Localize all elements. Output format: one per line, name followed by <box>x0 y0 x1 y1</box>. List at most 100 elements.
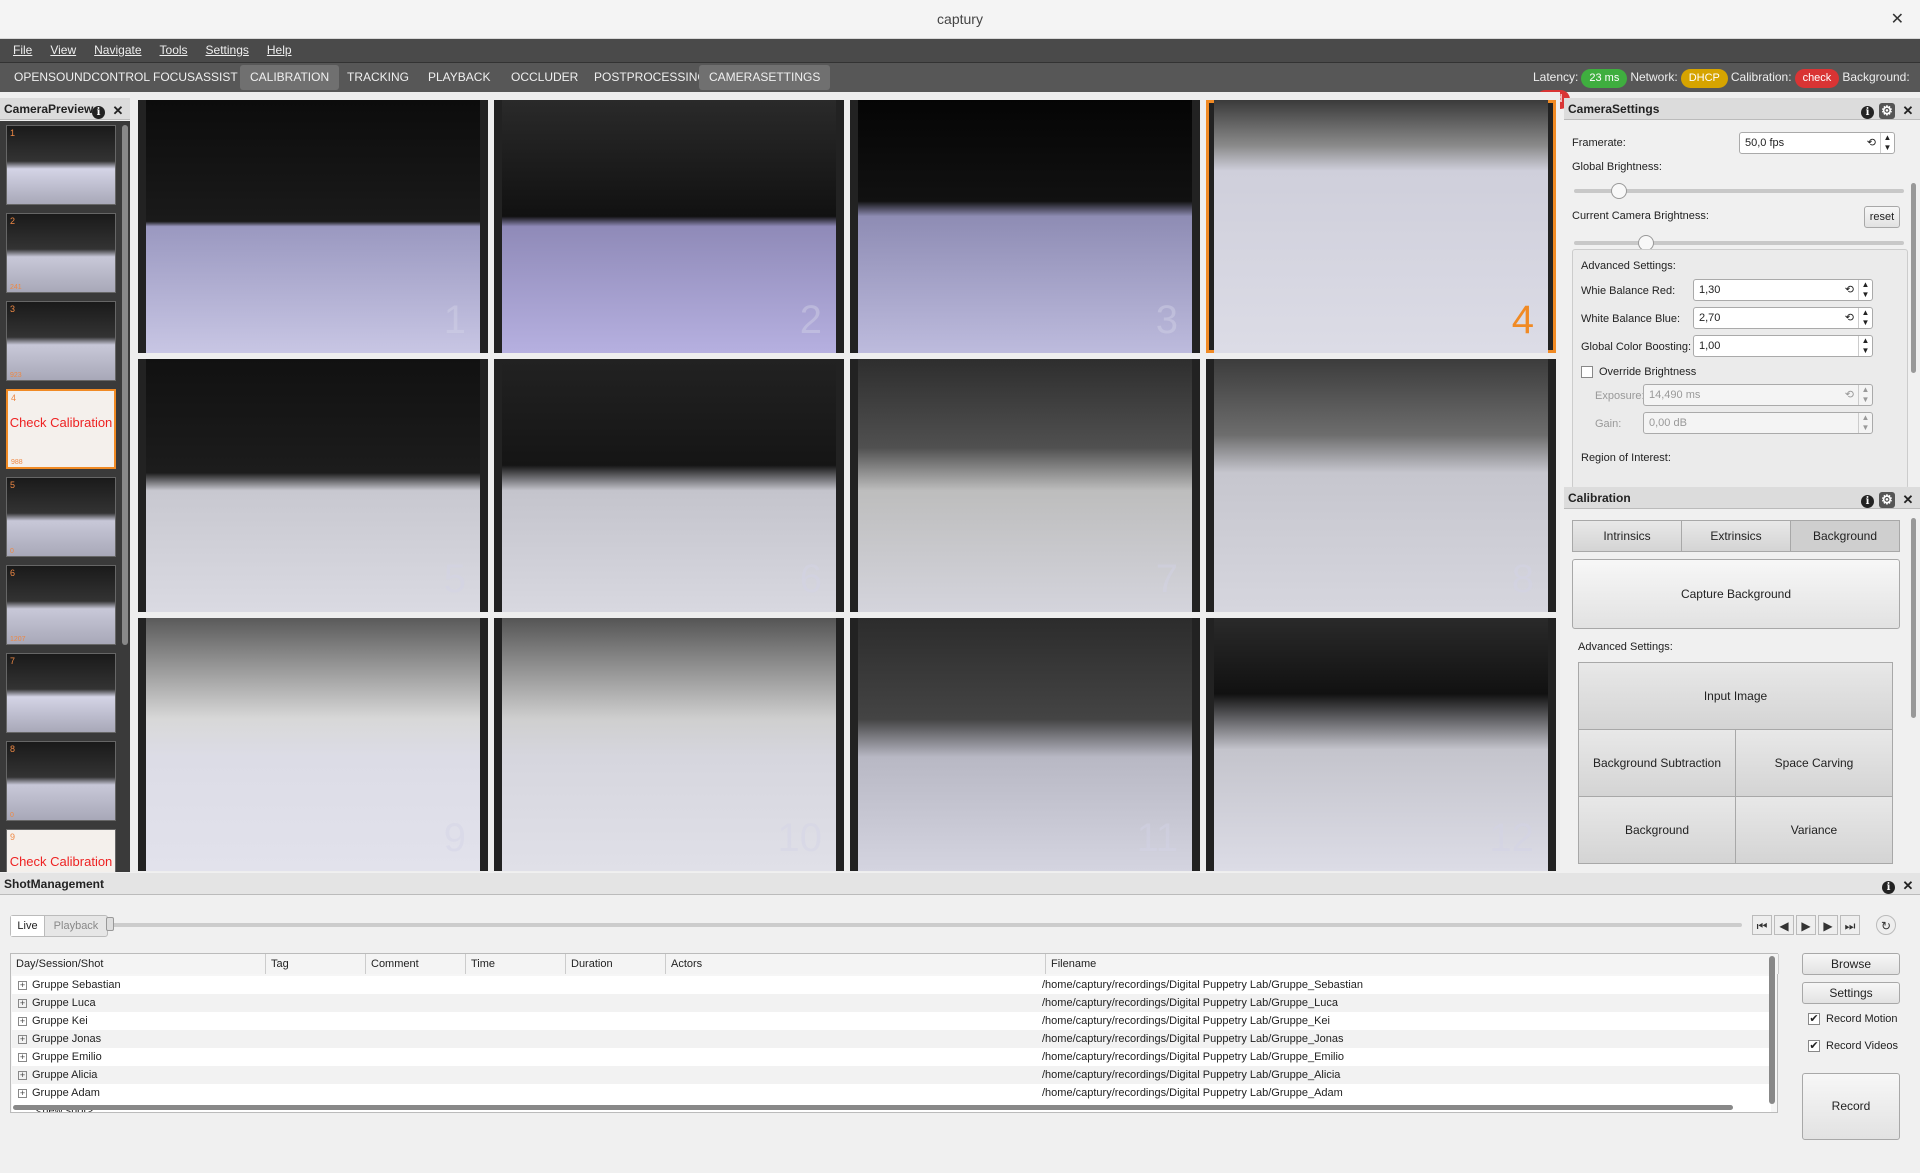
step-back-icon[interactable]: ◀ <box>1774 915 1794 935</box>
info-icon[interactable]: i <box>1882 881 1895 894</box>
camera-view[interactable]: 5 <box>138 359 488 612</box>
close-panel-icon[interactable]: ✕ <box>1900 878 1916 894</box>
camera-thumb[interactable]: 1 <box>6 125 116 205</box>
playback-button[interactable]: Playback <box>45 916 107 936</box>
info-icon[interactable]: i <box>1861 106 1874 119</box>
info-icon[interactable]: i <box>1861 495 1874 508</box>
col-day-session-shot[interactable]: Day/Session/Shot <box>11 954 266 974</box>
record-button[interactable]: Record <box>1802 1073 1900 1140</box>
reset-brightness-button[interactable]: reset <box>1864 206 1900 228</box>
col-duration[interactable]: Duration <box>566 954 666 974</box>
tab-focusassist[interactable]: FOCUSASSIST <box>143 65 248 90</box>
color-boost-input[interactable]: 1,00 ▲ ▼ <box>1693 335 1873 357</box>
framerate-input[interactable]: 50,0 fps ⟲ ▲ ▼ <box>1739 132 1895 154</box>
timeline-handle[interactable] <box>106 917 114 931</box>
menu-navigate[interactable]: Navigate <box>87 39 148 61</box>
expand-icon[interactable]: + <box>18 1016 27 1026</box>
shot-settings-button[interactable]: Settings <box>1802 982 1900 1004</box>
table-row[interactable]: + Gruppe Kei/home/captury/recordings/Digi… <box>12 1012 1771 1030</box>
col-actors[interactable]: Actors <box>666 954 1046 974</box>
info-icon[interactable]: i <box>92 106 105 119</box>
override-brightness-checkbox[interactable]: Override Brightness <box>1581 366 1696 379</box>
tab-calibration[interactable]: CALIBRATION <box>240 65 340 90</box>
checkmark-icon[interactable]: ✔ <box>1808 1040 1820 1053</box>
close-panel-icon[interactable]: ✕ <box>1900 103 1916 119</box>
tab-extrinsics[interactable]: Extrinsics <box>1681 520 1791 552</box>
gear-icon[interactable]: ⚙ <box>1879 492 1895 508</box>
close-window-icon[interactable]: ✕ <box>1891 9 1904 29</box>
table-row[interactable]: + Gruppe Adam/home/captury/recordings/Dig… <box>12 1084 1771 1102</box>
expand-icon[interactable]: + <box>18 1070 27 1080</box>
camera-thumb[interactable]: 2 241 <box>6 213 116 293</box>
table-row[interactable]: + Gruppe Sebastian/home/captury/recording… <box>12 976 1771 994</box>
reset-icon[interactable]: ⟲ <box>1845 308 1854 328</box>
camera-view[interactable]: 3 <box>850 100 1200 353</box>
table-vscrollbar[interactable] <box>1769 956 1775 1104</box>
spin-arrows-icon[interactable]: ▲ ▼ <box>1858 280 1872 300</box>
camera-thumb[interactable]: 9 Check Calibration <box>6 829 116 872</box>
play-icon[interactable]: ▶ <box>1796 915 1816 935</box>
tab-background[interactable]: Background <box>1790 520 1900 552</box>
tab-camerasettings[interactable]: CAMERASETTINGS <box>699 65 831 90</box>
live-button[interactable]: Live <box>11 916 45 936</box>
camera-view[interactable]: 11 <box>850 618 1200 871</box>
menu-settings[interactable]: Settings <box>199 39 256 61</box>
wb-blue-input[interactable]: 2,70 ⟲ ▲ ▼ <box>1693 307 1873 329</box>
reset-icon[interactable]: ⟲ <box>1845 280 1854 300</box>
camera-thumb[interactable]: 4 Check Calibration 988 <box>6 389 116 469</box>
col-time[interactable]: Time <box>466 954 566 974</box>
record-videos-checkbox[interactable]: ✔ Record Videos <box>1808 1040 1898 1053</box>
table-row[interactable]: + Gruppe Luca/home/captury/recordings/Dig… <box>12 994 1771 1012</box>
settings-scrollbar[interactable] <box>1911 183 1916 373</box>
col-filename[interactable]: Filename <box>1046 954 1779 974</box>
camera-thumb[interactable]: 6 1207 <box>6 565 116 645</box>
tab-postprocessing[interactable]: POSTPROCESSING <box>584 65 717 90</box>
camera-view[interactable]: 6 <box>494 359 844 612</box>
camera-view[interactable]: 1 <box>138 100 488 353</box>
background-subtraction-button[interactable]: Background Subtraction <box>1578 729 1736 797</box>
camera-view[interactable]: 12 <box>1206 618 1556 871</box>
spin-arrows-icon[interactable]: ▲ ▼ <box>1858 413 1872 433</box>
wb-red-input[interactable]: 1,30 ⟲ ▲ ▼ <box>1693 279 1873 301</box>
expand-icon[interactable]: + <box>18 1052 27 1062</box>
tab-intrinsics[interactable]: Intrinsics <box>1572 520 1682 552</box>
menu-tools[interactable]: Tools <box>153 39 195 61</box>
current-brightness-slider[interactable] <box>1574 241 1904 245</box>
spin-arrows-icon[interactable]: ▲ ▼ <box>1880 133 1894 153</box>
table-row[interactable]: + Gruppe Emilio/home/captury/recordings/D… <box>12 1048 1771 1066</box>
camera-thumb[interactable]: 80 <box>6 741 116 821</box>
checkmark-icon[interactable]: ✔ <box>1808 1013 1820 1026</box>
expand-icon[interactable]: + <box>18 1034 27 1044</box>
variance-button[interactable]: Variance <box>1735 796 1893 864</box>
tab-playback[interactable]: PLAYBACK <box>418 65 500 90</box>
spin-arrows-icon[interactable]: ▲ ▼ <box>1858 385 1872 405</box>
exposure-input[interactable]: 14,490 ms ⟲ ▲ ▼ <box>1643 384 1873 406</box>
table-hscrollbar[interactable] <box>13 1105 1733 1110</box>
loop-icon[interactable]: ↻ <box>1876 915 1896 935</box>
input-image-button[interactable]: Input Image <box>1578 662 1893 730</box>
step-forward-icon[interactable]: ▶ <box>1818 915 1838 935</box>
expand-icon[interactable]: + <box>18 998 27 1008</box>
record-motion-checkbox[interactable]: ✔ Record Motion <box>1808 1013 1898 1026</box>
col-comment[interactable]: Comment <box>366 954 466 974</box>
checkbox-icon[interactable] <box>1581 366 1593 379</box>
table-row[interactable]: + Gruppe Jonas/home/captury/recordings/Di… <box>12 1030 1771 1048</box>
gear-icon[interactable]: ⚙ <box>1879 103 1895 119</box>
menu-file[interactable]: File <box>6 39 39 61</box>
camera-view[interactable]: 9 <box>138 618 488 871</box>
camera-view[interactable]: 8 <box>1206 359 1556 612</box>
reset-icon[interactable]: ⟲ <box>1845 385 1854 405</box>
menu-view[interactable]: View <box>43 39 83 61</box>
camera-preview-list[interactable]: 1 2 241 3 923 4 Check Calibration 988 5 0 6 1207 7 8 0… <box>0 121 130 872</box>
global-brightness-handle[interactable] <box>1611 183 1627 199</box>
expand-icon[interactable]: + <box>18 980 27 990</box>
tab-opensoundcontrol[interactable]: OPENSOUNDCONTROL <box>4 65 160 90</box>
close-panel-icon[interactable]: ✕ <box>1900 492 1916 508</box>
menu-help[interactable]: Help <box>260 39 299 61</box>
camera-view[interactable]: 4 <box>1206 100 1556 353</box>
camera-view[interactable]: 2 <box>494 100 844 353</box>
camera-thumb[interactable]: 50 <box>6 477 116 557</box>
skip-end-icon[interactable]: ⏭ <box>1840 915 1860 935</box>
expand-icon[interactable]: + <box>18 1088 27 1098</box>
camera-thumb[interactable]: 3 923 <box>6 301 116 381</box>
